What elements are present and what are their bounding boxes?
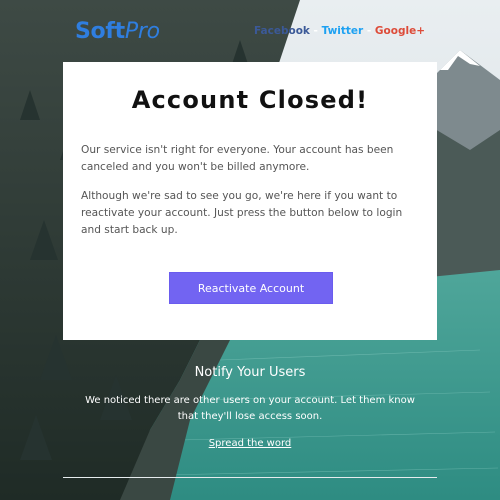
card-paragraph-2: Although we're sad to see you go, we're … [81,190,403,236]
footer-divider [63,477,437,478]
social-separator: - [309,25,322,37]
social-separator: - [363,25,375,37]
social-links: Facebook - Twitter - Google+ [254,25,425,37]
account-closed-card: Account Closed! Our service isn't right … [63,62,437,340]
logo[interactable]: SoftPro [75,19,160,44]
twitter-link[interactable]: Twitter [322,25,364,37]
logo-pro: Pro [124,18,160,44]
card-paragraph-1: Our service isn't right for everyone. Yo… [81,144,394,173]
reactivate-account-button[interactable]: Reactivate Account [169,272,333,304]
facebook-link[interactable]: Facebook [254,25,310,37]
logo-soft: Soft [75,18,125,44]
notify-text: We noticed there are other users on your… [85,395,415,422]
card-title: Account Closed! [131,86,369,114]
notify-title: Notify Your Users [194,365,306,380]
header: SoftPro Facebook - Twitter - Google+ [75,16,425,46]
spread-the-word-link[interactable]: Spread the word [0,438,500,449]
googleplus-link[interactable]: Google+ [375,25,425,37]
